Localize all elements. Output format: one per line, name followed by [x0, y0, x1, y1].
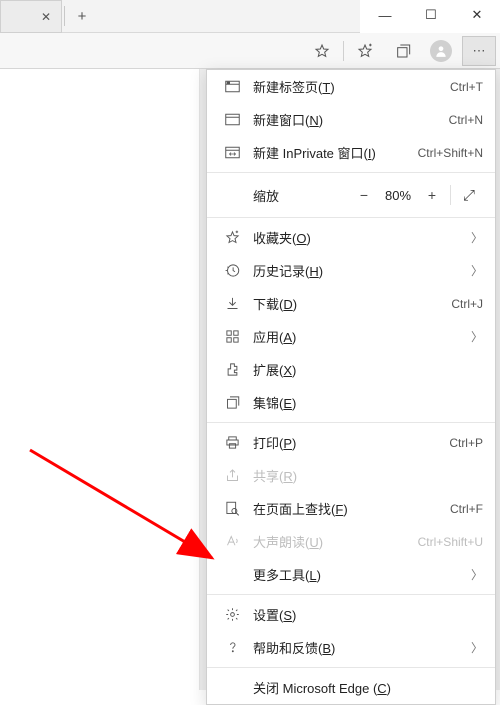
menu-label: 应用(A): [243, 327, 469, 346]
menu-label: 扩展(X): [243, 360, 483, 379]
chevron-right-icon: 〉: [469, 566, 483, 583]
menu-label: 新建标签页(T): [243, 77, 450, 96]
menu-read-aloud: 大声朗读(U) Ctrl+Shift+U: [207, 525, 495, 558]
menu-zoom: 缩放 − 80% + ⤢: [207, 176, 495, 214]
share-icon: [221, 468, 243, 483]
menu-label: 收藏夹(O): [243, 228, 469, 247]
menu-label: 打印(P): [243, 433, 449, 452]
more-menu-button[interactable]: ⋯: [462, 36, 496, 66]
menu-more-tools[interactable]: 更多工具(L) 〉: [207, 558, 495, 591]
menu-shortcut: Ctrl+T: [450, 80, 483, 94]
new-window-icon: [221, 113, 243, 126]
address-star-icon[interactable]: [305, 36, 339, 66]
menu-apps[interactable]: 应用(A) 〉: [207, 320, 495, 353]
fullscreen-button[interactable]: ⤢: [455, 187, 483, 204]
menu-shortcut: Ctrl+P: [449, 436, 483, 450]
profile-avatar[interactable]: [424, 36, 458, 66]
menu-label: 关闭 Microsoft Edge (C): [221, 678, 483, 697]
content-pane: [0, 69, 200, 690]
menu-new-window[interactable]: 新建窗口(N) Ctrl+N: [207, 103, 495, 136]
apps-icon: [221, 329, 243, 344]
favorites-icon[interactable]: [348, 36, 382, 66]
menu-label: 大声朗读(U): [243, 532, 418, 551]
menu-label: 在页面上查找(F): [243, 499, 450, 518]
menu-favorites[interactable]: 收藏夹(O) 〉: [207, 221, 495, 254]
browser-tab[interactable]: ✕: [0, 0, 62, 33]
menu-help[interactable]: 帮助和反馈(B) 〉: [207, 631, 495, 664]
menu-history[interactable]: 历史记录(H) 〉: [207, 254, 495, 287]
menu-label: 设置(S): [243, 605, 483, 624]
menu-label: 帮助和反馈(B): [243, 638, 469, 657]
menu-label: 共享(R): [243, 466, 483, 485]
print-icon: [221, 435, 243, 450]
new-tab-icon: [221, 80, 243, 93]
extensions-icon: [221, 362, 243, 377]
read-aloud-icon: [221, 534, 243, 549]
menu-downloads[interactable]: 下载(D) Ctrl+J: [207, 287, 495, 320]
menu-close-edge[interactable]: 关闭 Microsoft Edge (C): [207, 671, 495, 704]
chevron-right-icon: 〉: [469, 229, 483, 246]
find-icon: [221, 501, 243, 516]
menu-print[interactable]: 打印(P) Ctrl+P: [207, 426, 495, 459]
history-icon: [221, 263, 243, 278]
tab-close-icon[interactable]: ✕: [41, 10, 51, 24]
collections-icon: [221, 395, 243, 410]
menu-label: 历史记录(H): [243, 261, 469, 280]
tabs-bar: ✕ +: [0, 0, 360, 33]
chevron-right-icon: 〉: [469, 639, 483, 656]
zoom-in-button[interactable]: +: [418, 187, 446, 203]
menu-shortcut: Ctrl+J: [451, 297, 483, 311]
favorites-icon: [221, 230, 243, 245]
menu-settings[interactable]: 设置(S): [207, 598, 495, 631]
toolbar: ⋯: [0, 33, 500, 69]
menu-label: 更多工具(L): [221, 565, 469, 584]
zoom-out-button[interactable]: −: [350, 187, 378, 203]
inprivate-icon: [221, 146, 243, 159]
maximize-icon: ☐: [425, 7, 437, 23]
menu-label: 新建窗口(N): [243, 110, 449, 129]
chevron-right-icon: 〉: [469, 262, 483, 279]
collections-icon[interactable]: [386, 36, 420, 66]
window-close[interactable]: ✕: [454, 0, 500, 30]
chevron-right-icon: 〉: [469, 328, 483, 345]
menu-extensions[interactable]: 扩展(X): [207, 353, 495, 386]
new-tab-button[interactable]: +: [67, 0, 97, 32]
settings-icon: [221, 607, 243, 622]
settings-menu: 新建标签页(T) Ctrl+T 新建窗口(N) Ctrl+N 新建 InPriv…: [206, 69, 496, 705]
menu-find[interactable]: 在页面上查找(F) Ctrl+F: [207, 492, 495, 525]
menu-label: 新建 InPrivate 窗口(I): [243, 143, 418, 162]
menu-label: 集锦(E): [243, 393, 483, 412]
close-icon: ✕: [472, 7, 483, 23]
help-icon: [221, 640, 243, 655]
zoom-value: 80%: [378, 188, 418, 203]
menu-new-inprivate[interactable]: 新建 InPrivate 窗口(I) Ctrl+Shift+N: [207, 136, 495, 169]
minimize-icon: —: [379, 8, 392, 23]
menu-new-tab[interactable]: 新建标签页(T) Ctrl+T: [207, 70, 495, 103]
menu-shortcut: Ctrl+Shift+U: [418, 535, 483, 549]
window-maximize[interactable]: ☐: [408, 0, 454, 30]
zoom-label: 缩放: [221, 186, 350, 205]
menu-label: 下载(D): [243, 294, 451, 313]
menu-collections[interactable]: 集锦(E): [207, 386, 495, 419]
menu-shortcut: Ctrl+Shift+N: [418, 146, 483, 160]
download-icon: [221, 296, 243, 311]
menu-share: 共享(R): [207, 459, 495, 492]
menu-shortcut: Ctrl+F: [450, 502, 483, 516]
window-minimize[interactable]: —: [362, 0, 408, 30]
menu-shortcut: Ctrl+N: [449, 113, 483, 127]
